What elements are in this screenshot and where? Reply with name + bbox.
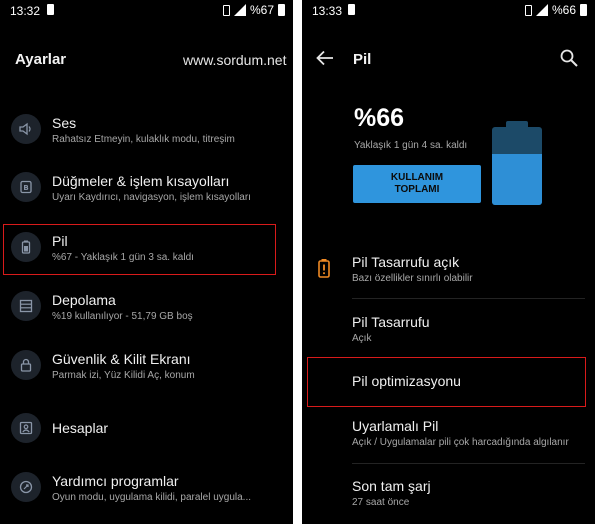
- item-subtitle: %19 kullanılıyor - 51,79 GB boş: [52, 311, 193, 322]
- battery-body: [492, 127, 542, 205]
- item-subtitle: Açık: [352, 333, 372, 344]
- usage-button-line1: KULLANIM: [390, 172, 444, 183]
- item-title: Depolama: [52, 292, 116, 308]
- phone-status-icon: [524, 4, 532, 16]
- item-title: Ses: [52, 115, 77, 131]
- divider: [352, 463, 585, 464]
- item-subtitle: Bazı özellikler sınırlı olabilir: [352, 273, 473, 284]
- battery-alert-icon: [317, 258, 331, 283]
- battery-percent: %67: [249, 3, 274, 17]
- battery-saver-status-icon: [47, 4, 54, 15]
- account-icon: [11, 413, 41, 443]
- battery-status-icon: [278, 4, 285, 16]
- status-icons: %67: [222, 3, 285, 17]
- settings-item-battery[interactable]: Pil %67 - Yaklaşık 1 gün 3 sa. kaldı: [0, 228, 293, 268]
- storage-icon: [11, 291, 41, 321]
- lock-icon: [11, 350, 41, 380]
- buttons-icon: B: [11, 172, 41, 202]
- item-title: Pil: [52, 233, 68, 249]
- divider: [352, 298, 585, 299]
- battery-saver-alert[interactable]: Pil Tasarrufu açık Bazı özellikler sınır…: [302, 248, 595, 292]
- usage-button-line2: TOPLAMI: [394, 184, 440, 195]
- battery-level-graphic: [492, 121, 542, 205]
- item-subtitle: %67 - Yaklaşık 1 gün 3 sa. kaldı: [52, 252, 194, 263]
- item-subtitle: Rahatsız Etmeyin, kulaklık modu, titreşi…: [52, 134, 235, 145]
- item-title: Son tam şarj: [352, 478, 431, 494]
- battery-percent: %66: [551, 3, 576, 17]
- page-title: Pil: [353, 51, 372, 68]
- back-arrow-icon[interactable]: [314, 48, 336, 68]
- battery-fill: [492, 153, 542, 205]
- settings-item-accounts[interactable]: Hesaplar: [0, 410, 293, 446]
- settings-item-utilities[interactable]: Yardımcı programlar Oyun modu, uygulama …: [0, 468, 293, 508]
- item-title: Pil optimizasyonu: [352, 373, 461, 389]
- battery-screen: 13:33 %66 Pil %66 Yaklaşık 1 gün 4 sa. k…: [302, 0, 595, 524]
- status-time: 13:33: [312, 4, 343, 18]
- item-title: Düğmeler & işlem kısayolları: [52, 173, 230, 189]
- settings-item-storage[interactable]: Depolama %19 kullanılıyor - 51,79 GB boş: [0, 287, 293, 327]
- settings-screen: 13:32 %67 Ayarlar www.sordum.net Ses Rah…: [0, 0, 293, 524]
- settings-item-security[interactable]: Güvenlik & Kilit Ekranı Parmak izi, Yüz …: [0, 346, 293, 386]
- battery-percentage: %66: [354, 104, 405, 132]
- phone-status-icon: [222, 4, 230, 16]
- search-icon[interactable]: [558, 47, 580, 69]
- battery-saver-setting[interactable]: Pil Tasarrufu Açık: [302, 308, 595, 348]
- settings-item-sound[interactable]: Ses Rahatsız Etmeyin, kulaklık modu, tit…: [0, 110, 293, 150]
- battery-icon: [11, 232, 41, 262]
- signal-icon: [535, 4, 548, 16]
- svg-text:B: B: [23, 184, 28, 192]
- item-title: Pil Tasarrufu açık: [352, 254, 460, 270]
- utilities-icon: [11, 472, 41, 502]
- battery-saver-status-icon: [348, 4, 355, 15]
- item-title: Güvenlik & Kilit Ekranı: [52, 351, 191, 367]
- battery-optimization[interactable]: Pil optimizasyonu: [302, 367, 595, 397]
- status-bar: 13:32 %67: [0, 0, 293, 22]
- signal-icon: [233, 4, 246, 16]
- item-title: Yardımcı programlar: [52, 473, 179, 489]
- status-bar: 13:33 %66: [302, 0, 595, 22]
- usage-total-button[interactable]: KULLANIM TOPLAMI: [353, 165, 481, 203]
- item-subtitle: 27 saat önce: [352, 497, 410, 508]
- adaptive-battery[interactable]: Uyarlamalı Pil Açık / Uygulamalar pili ç…: [302, 412, 595, 452]
- item-subtitle: Açık / Uygulamalar pili çok harcadığında…: [352, 437, 569, 448]
- volume-icon: [11, 114, 41, 144]
- watermark: www.sordum.net: [183, 52, 287, 68]
- battery-status-icon: [580, 4, 587, 16]
- item-subtitle: Parmak izi, Yüz Kilidi Aç, konum: [52, 370, 195, 381]
- item-title: Uyarlamalı Pil: [352, 418, 439, 434]
- item-subtitle: Uyarı Kaydırıcı, navigasyon, işlem kısay…: [52, 192, 251, 203]
- last-full-charge: Son tam şarj 27 saat önce: [302, 472, 595, 512]
- item-title: Hesaplar: [52, 420, 109, 436]
- status-time: 13:32: [10, 4, 41, 18]
- settings-item-buttons[interactable]: B Düğmeler & işlem kısayolları Uyarı Kay…: [0, 168, 293, 208]
- page-title: Ayarlar: [15, 51, 67, 68]
- battery-remaining-time: Yaklaşık 1 gün 4 sa. kaldı: [354, 140, 468, 151]
- item-title: Pil Tasarrufu: [352, 314, 430, 330]
- status-icons: %66: [524, 3, 587, 17]
- item-subtitle: Oyun modu, uygulama kilidi, paralel uygu…: [52, 492, 251, 503]
